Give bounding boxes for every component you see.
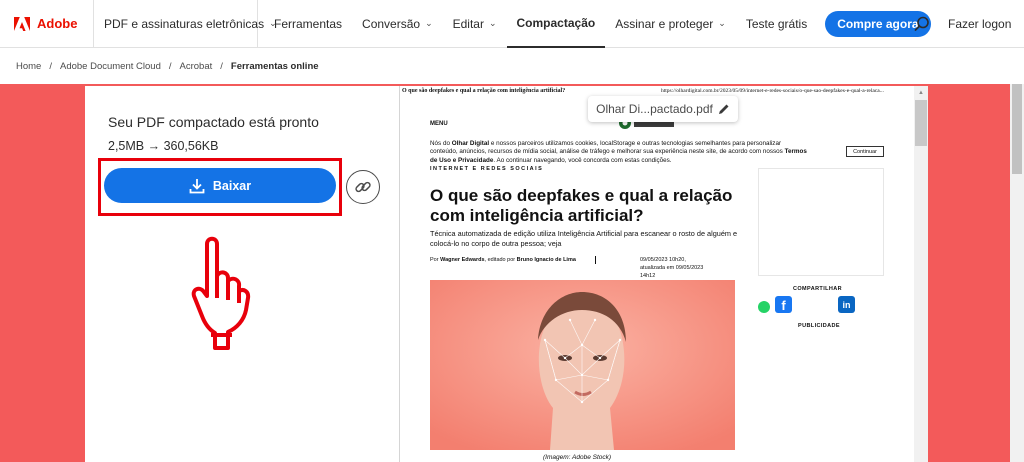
nav-label: Teste grátis (745, 16, 808, 31)
nav-item-assinar-proteger[interactable]: Assinar e proteger ⌄ (605, 0, 736, 48)
chevron-down-icon: ⌄ (718, 18, 726, 28)
pointing-hand-icon (191, 236, 251, 350)
breadcrumb-separator: / (168, 61, 172, 72)
top-navigation: Adobe PDF e assinaturas eletrônicas ⌄ Fe… (0, 0, 1024, 48)
share-link-button[interactable] (346, 170, 380, 204)
article-headline: O que são deepfakes e qual a relação com… (430, 186, 733, 225)
pdf-preview[interactable]: O que são deepfakes e qual a relação com… (399, 86, 928, 462)
article-date-text: 09/05/2023 10h20, atualizada em 09/05/20… (640, 257, 704, 279)
share-label: COMPARTILHAR (793, 286, 842, 292)
linkedin-icon: in (838, 296, 855, 313)
cookie-brand: Olhar Digital (451, 140, 490, 147)
byline-text: , editado por (484, 257, 517, 263)
filename-label: Olhar Di...pactado.pdf (596, 102, 713, 116)
result-title: Seu PDF compactado está pronto (108, 114, 319, 130)
compression-size: 2,5MB → 360,56KB (108, 139, 219, 153)
cookie-continue-button: Continuar (846, 146, 884, 157)
breadcrumb-separator: / (49, 61, 52, 72)
breadcrumb: Home / Adobe Document Cloud / Acrobat / … (16, 61, 319, 72)
page-scroll-thumb[interactable] (1012, 84, 1022, 174)
breadcrumb-current: Ferramentas online (230, 61, 319, 72)
article-section: INTERNET E REDES SOCIAIS (430, 166, 544, 172)
chevron-down-icon: ⌄ (425, 18, 433, 28)
article-lede: Técnica automatizada de edição utiliza I… (430, 229, 738, 248)
nav-label: Ferramentas (274, 16, 343, 31)
nav-item-teste-gratis[interactable]: Teste grátis (736, 0, 817, 48)
nav-label: Conversão (362, 16, 421, 31)
link-icon (355, 181, 371, 193)
scroll-up-arrow-icon[interactable]: ▲ (916, 88, 926, 98)
nav-label: Compactação (516, 15, 596, 30)
breadcrumb-separator: / (220, 61, 223, 72)
byline-divider (595, 256, 596, 264)
pdf-menu-label: MENU (430, 121, 448, 127)
nav-label: Assinar e proteger (615, 16, 714, 31)
nav-item-compactacao[interactable]: Compactação (506, 0, 606, 48)
pdf-header-url: https://olhardigital.com.br/2023/05/09/i… (661, 88, 884, 94)
search-icon[interactable] (914, 16, 930, 32)
breadcrumb-home[interactable]: Home (16, 61, 41, 72)
byline-editor: Bruno Ignacio de Lima (516, 257, 576, 263)
chevron-down-icon: ⌄ (488, 18, 497, 28)
login-link[interactable]: Fazer logon (948, 17, 1011, 31)
image-caption: (Imagem: Adobe Stock) (543, 454, 612, 461)
byline-text: Por (430, 257, 441, 263)
products-menu[interactable]: PDF e assinaturas eletrônicas ⌄ (94, 0, 277, 48)
download-label: Baixar (212, 178, 252, 193)
breadcrumb-acrobat[interactable]: Acrobat (180, 61, 213, 72)
ad-placeholder (758, 168, 884, 276)
publicity-label: PUBLICIDADE (798, 323, 840, 329)
article-image (430, 280, 735, 450)
result-panel: Seu PDF compactado está pronto 2,5MB → 3… (85, 86, 399, 462)
download-button[interactable]: Baixar (104, 168, 336, 203)
cookie-text: . Ao continuar navegando, você concorda … (493, 156, 672, 164)
whatsapp-icon (758, 301, 770, 313)
nav-item-ferramentas[interactable]: Ferramentas (264, 0, 352, 48)
nav-item-conversao[interactable]: Conversão ⌄ (352, 0, 443, 48)
pencil-icon[interactable] (718, 103, 730, 115)
filename-tag[interactable]: Olhar Di...pactado.pdf (588, 96, 738, 122)
products-menu-label: PDF e assinaturas eletrônicas (104, 16, 265, 31)
breadcrumb-document-cloud[interactable]: Adobe Document Cloud (60, 61, 161, 72)
nav-label: Editar (452, 16, 484, 31)
download-icon (189, 178, 205, 193)
adobe-logo-icon (14, 16, 30, 31)
pdf-header-title: O que são deepfakes e qual a relação com… (402, 88, 566, 94)
adobe-logo[interactable]: Adobe (0, 0, 94, 48)
cookie-notice: Nós do Olhar Digital e nossos parceiros … (430, 140, 810, 165)
brand-name: Adobe (37, 16, 78, 31)
preview-scroll-thumb[interactable] (915, 100, 927, 146)
cookie-text: Nós do (430, 140, 452, 147)
article-date: 09/05/2023 10h20, atualizada em 09/05/20… (640, 256, 710, 280)
byline-author: Wagner Edwards (440, 257, 485, 263)
nav-item-editar[interactable]: Editar ⌄ (443, 0, 507, 48)
article-byline: Por Wagner Edwards, editado por Bruno Ig… (430, 256, 608, 264)
facebook-icon: f (775, 296, 792, 313)
